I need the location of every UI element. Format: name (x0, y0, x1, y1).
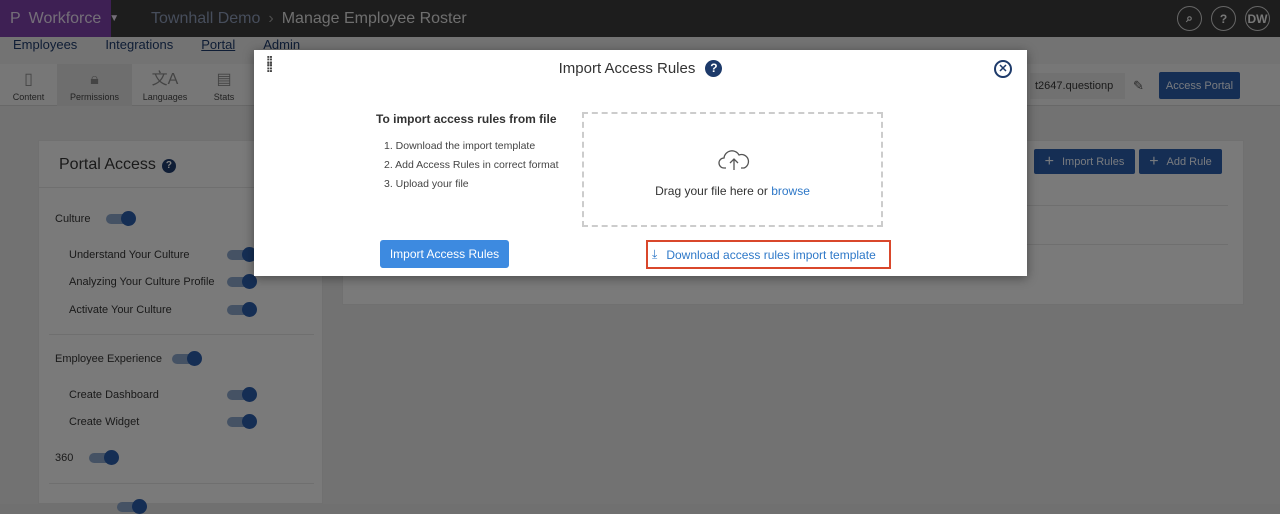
tool-label: Content (12, 92, 45, 102)
file-drop-zone[interactable]: Drag your file here or browse (582, 112, 883, 227)
tool-content[interactable]: ▯ Content (0, 64, 57, 106)
close-icon[interactable]: ✕ (994, 60, 1012, 78)
portal-url-field[interactable]: t2647.questionp (1030, 73, 1125, 99)
nav-integrations[interactable]: Integrations (105, 38, 173, 51)
lock-icon: 🔒︎ (90, 71, 99, 88)
tool-label: Languages (142, 92, 188, 102)
nav-portal[interactable]: Portal (201, 38, 235, 51)
toggle-understand[interactable] (227, 247, 257, 262)
panel-title: Portal Access (59, 156, 156, 173)
step: 2. Add Access Rules in correct format (384, 159, 559, 171)
import-rules-label: Import Rules (1061, 155, 1125, 168)
drop-text: Drag your file here or (655, 184, 768, 198)
label-employee-experience: Employee Experience (55, 353, 163, 365)
step: 1. Download the import template (384, 140, 536, 152)
label-culture: Culture (55, 213, 91, 225)
pencil-icon[interactable]: ✎ (1133, 78, 1144, 94)
label-understand: Understand Your Culture (69, 249, 190, 261)
avatar[interactable]: DW (1245, 6, 1270, 31)
tool-permissions[interactable]: 🔒︎ Permissions (57, 64, 132, 106)
app-switcher[interactable]: P Workforce ▼ (0, 0, 119, 37)
dialog-title: Import Access Rules (558, 60, 696, 77)
translate-icon: 文A (151, 71, 179, 88)
nav-employees[interactable]: Employees (13, 38, 77, 51)
cloud-upload-icon (718, 150, 750, 170)
breadcrumb-project[interactable]: Townhall Demo (151, 10, 260, 27)
import-access-rules-button[interactable]: Import Access Rules (380, 240, 509, 268)
plus-icon: + (1149, 152, 1159, 170)
download-icon: ⤓ (652, 247, 658, 261)
help-icon[interactable]: ? (161, 159, 176, 173)
tool-label: Permissions (69, 92, 119, 102)
toggle-activate[interactable] (227, 302, 257, 317)
add-rule-button[interactable]: + Add Rule (1139, 149, 1222, 174)
breadcrumb: Townhall Demo › Manage Employee Roster (151, 10, 467, 28)
toggle-analyzing[interactable] (227, 274, 257, 289)
step: 3. Upload your file (384, 178, 469, 190)
toggle-culture[interactable] (106, 211, 136, 226)
tool-stats[interactable]: ▤ Stats (198, 64, 250, 106)
stats-icon: ▤ (216, 71, 232, 88)
chevron-right-icon: › (268, 9, 274, 27)
import-access-rules-dialog: ⁞⁞ ⁞⁞ Import Access Rules? ✕ To import ac… (254, 50, 1027, 276)
app-name: Workforce (28, 9, 102, 27)
instructions-list: 1. Download the import template 2. Add A… (384, 140, 559, 197)
toggle-create-dashboard[interactable] (227, 387, 257, 402)
download-template-link[interactable]: ⤓ Download access rules import template (646, 240, 891, 269)
logo-icon: P (10, 9, 21, 27)
help-icon[interactable]: ? (705, 60, 723, 77)
add-rule-label: Add Rule (1166, 155, 1212, 168)
search-icon[interactable]: ⌕ (1177, 6, 1202, 31)
tool-label: Stats (213, 92, 235, 102)
label-create-dashboard: Create Dashboard (69, 389, 159, 401)
label-360: 360 (55, 452, 74, 464)
plus-icon: + (1044, 152, 1054, 170)
toggle-360[interactable] (89, 450, 119, 465)
label-analyzing: Analyzing Your Culture Profile (69, 276, 215, 288)
top-bar: P Workforce ▼ Townhall Demo › Manage Employe… (0, 0, 1280, 37)
label-activate: Activate Your Culture (69, 304, 172, 316)
import-rules-button[interactable]: + Import Rules (1034, 149, 1135, 174)
toggle-employee-experience[interactable] (172, 351, 202, 366)
help-icon[interactable]: ? (1211, 6, 1236, 31)
toggle-create-widget[interactable] (227, 414, 257, 429)
label-create-widget: Create Widget (69, 416, 140, 428)
tool-languages[interactable]: 文A Languages (132, 64, 198, 106)
browse-link[interactable]: browse (771, 184, 810, 198)
breadcrumb-current: Manage Employee Roster (281, 9, 467, 27)
download-template-label: Download access rules import template (666, 247, 876, 262)
instructions-heading: To import access rules from file (376, 112, 557, 126)
document-icon: ▯ (24, 71, 33, 88)
caret-down-icon: ▼ (109, 13, 120, 24)
access-portal-button[interactable]: Access Portal (1159, 72, 1240, 99)
